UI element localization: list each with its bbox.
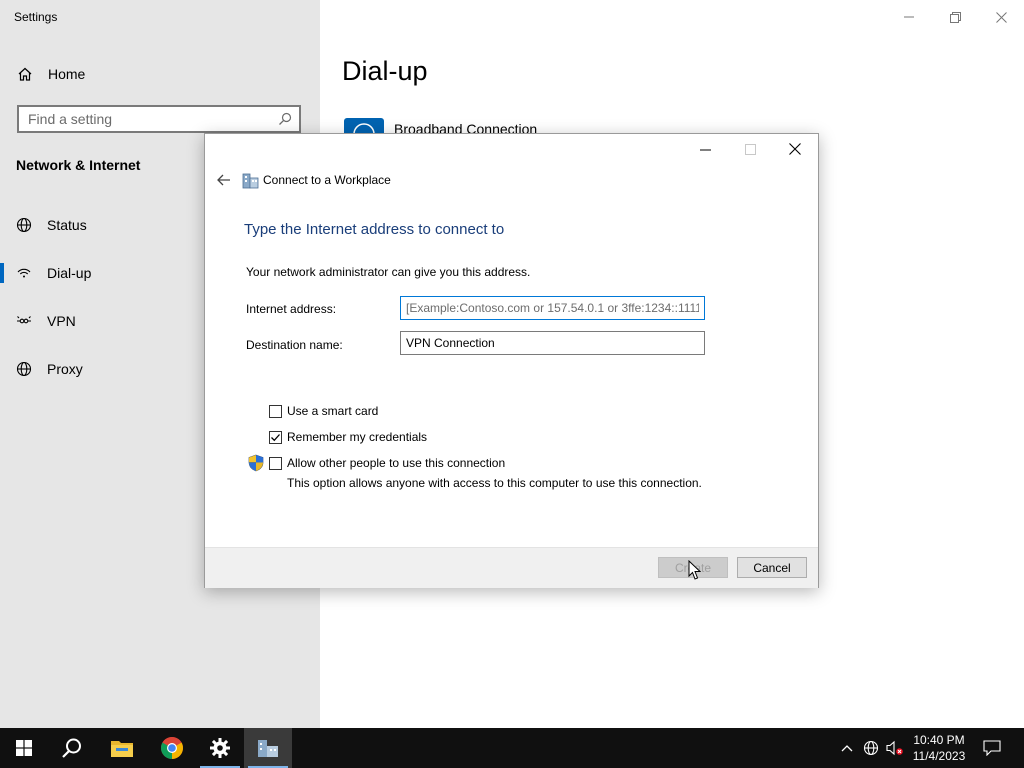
file-explorer-icon (111, 741, 133, 757)
dialog-title: Connect to a Workplace (263, 173, 391, 187)
clock-time: 10:40 PM (913, 733, 965, 747)
dialog-minimize-button[interactable] (682, 134, 728, 164)
remember-credentials-option[interactable]: Remember my credentials (269, 430, 427, 444)
action-center-button[interactable] (980, 728, 1004, 768)
vpn-icon (15, 312, 33, 330)
allow-others-option[interactable]: Allow other people to use this connectio… (269, 456, 505, 470)
checkmark-icon (271, 433, 280, 441)
destination-name-label: Destination name: (246, 338, 343, 352)
settings-window-title: Settings (14, 10, 58, 24)
dialog-close-button[interactable] (772, 134, 818, 164)
cancel-button[interactable]: Cancel (737, 557, 807, 578)
volume-tray-button[interactable] (884, 728, 906, 768)
nav-item-label: Proxy (47, 361, 83, 377)
dialup-icon (15, 264, 33, 282)
connect-workplace-dialog: Connect to a Workplace Type the Internet… (204, 133, 819, 588)
settings-taskbar-button[interactable] (196, 728, 244, 768)
smart-card-option[interactable]: Use a smart card (269, 404, 378, 418)
settings-search-box[interactable] (17, 105, 301, 133)
home-nav-item[interactable]: Home (16, 62, 85, 86)
nav-item-label: Status (47, 217, 87, 233)
mouse-cursor-icon (688, 559, 702, 586)
search-icon (62, 738, 81, 758)
show-hidden-icons-button[interactable] (838, 728, 856, 768)
chrome-icon (161, 737, 183, 759)
settings-minimize-button[interactable] (886, 4, 932, 30)
minimize-icon (699, 149, 711, 150)
nav-item-label: VPN (47, 313, 76, 329)
chevron-up-icon (841, 745, 853, 752)
settings-close-button[interactable] (978, 4, 1024, 30)
restore-icon (949, 11, 961, 23)
taskbar-search-button[interactable] (48, 728, 96, 768)
search-icon[interactable] (271, 112, 299, 126)
globe-icon (15, 216, 33, 234)
allow-others-checkbox[interactable] (269, 456, 282, 470)
dialog-heading: Type the Internet address to connect to (244, 221, 505, 238)
home-label: Home (48, 66, 86, 82)
remember-credentials-checkbox[interactable] (269, 430, 282, 444)
dialog-info-text: Your network administrator can give you … (246, 265, 531, 279)
smart-card-checkbox[interactable] (269, 404, 282, 418)
home-icon (16, 65, 34, 83)
internet-address-label: Internet address: (246, 302, 337, 316)
allow-others-label: Allow other people to use this connectio… (287, 456, 506, 470)
uac-shield-icon (248, 454, 264, 472)
connect-workplace-taskbar-button[interactable] (244, 728, 292, 768)
dialog-footer: Create Cancel (205, 547, 818, 588)
dialog-maximize-button (727, 134, 773, 164)
connect-workplace-icon (258, 740, 278, 757)
maximize-icon (744, 143, 756, 155)
globe-icon (15, 360, 33, 378)
taskbar: 10:40 PM 11/4/2023 (0, 728, 1024, 768)
smart-card-label: Use a smart card (287, 404, 379, 418)
clock-date: 11/4/2023 (912, 749, 966, 763)
back-arrow-icon (217, 174, 230, 186)
start-button[interactable] (0, 728, 48, 768)
broadband-connection-icon (344, 118, 384, 134)
chrome-button[interactable] (148, 728, 196, 768)
close-icon (995, 11, 1007, 23)
minimize-icon (904, 16, 914, 18)
nav-item-label: Dial-up (47, 265, 92, 281)
settings-restore-button[interactable] (932, 4, 978, 30)
remember-credentials-label: Remember my credentials (287, 430, 428, 444)
windows-start-icon (16, 740, 32, 756)
internet-address-field[interactable] (400, 296, 705, 320)
destination-name-field[interactable] (400, 331, 705, 355)
connect-workplace-icon (242, 171, 260, 189)
settings-gear-icon (210, 738, 230, 758)
network-tray-button[interactable] (861, 728, 881, 768)
allow-others-note: This option allows anyone with access to… (287, 476, 702, 490)
notification-icon (983, 740, 1001, 756)
close-icon (789, 143, 801, 155)
settings-search-input[interactable] (19, 110, 271, 128)
section-heading: Network & Internet (16, 157, 141, 173)
taskbar-clock[interactable]: 10:40 PM 11/4/2023 (904, 732, 974, 764)
volume-muted-icon (886, 740, 903, 756)
file-explorer-button[interactable] (98, 728, 146, 768)
destination-name-input[interactable] (401, 332, 704, 354)
network-globe-icon (863, 740, 879, 756)
internet-address-input[interactable] (401, 297, 704, 319)
page-title: Dial-up (342, 56, 428, 86)
back-button[interactable] (213, 171, 235, 189)
